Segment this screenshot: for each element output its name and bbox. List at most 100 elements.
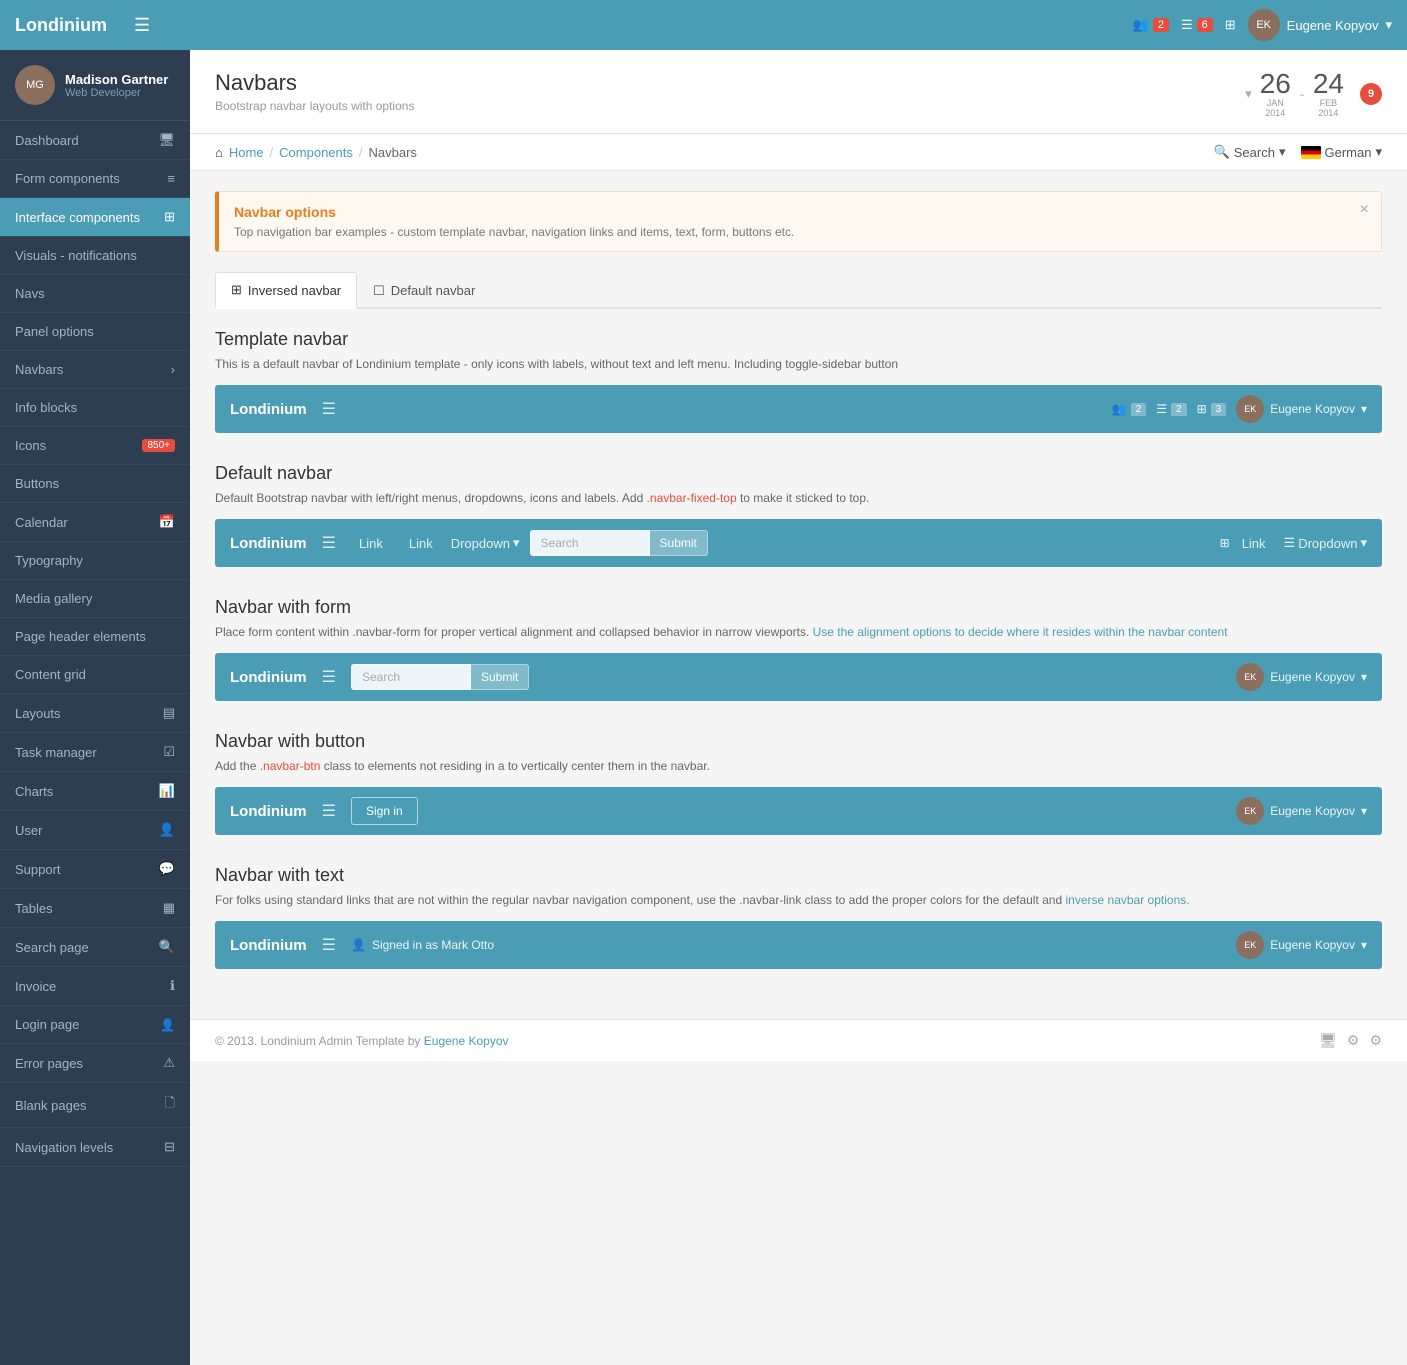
header-grid-icon[interactable]: ⊞ [1225,17,1236,33]
list-badge: 6 [1197,18,1213,32]
header-username: Eugene Kopyov [1287,18,1379,33]
sidebar-avatar: MG [15,65,55,105]
user-icon-small: 👤 [351,938,366,952]
sidebar-item-charts[interactable]: Charts 📊 [0,772,190,811]
page-footer: © 2013. Londinium Admin Template by Euge… [190,1019,1407,1061]
footer-author-link[interactable]: Eugene Kopyov [424,1034,509,1048]
tab-grid-icon: ⊞ [231,282,242,298]
sidebar-item-page-header[interactable]: Page header elements [0,618,190,656]
sidebar-item-interface-components[interactable]: Interface components ⊞ [0,198,190,237]
error-pages-label: Error pages [15,1056,83,1071]
page-badge: 9 [1360,83,1382,105]
dnb-dropdown1[interactable]: Dropdown ▾ [451,535,520,551]
sidebar-item-error-pages[interactable]: Error pages ⚠ [0,1044,190,1083]
sidebar-item-navbars[interactable]: Navbars › [0,351,190,389]
breadcrumb-sep2: / [359,145,363,160]
fnb-submit-btn[interactable]: Submit [471,664,529,690]
header-user-menu[interactable]: EK Eugene Kopyov ▾ [1248,9,1392,41]
tnb-toggle[interactable]: ☰ [322,399,336,419]
sidebar-item-visuals[interactable]: Visuals - notifications [0,237,190,275]
tnb-users[interactable]: 👥 2 [1112,402,1147,416]
search-caret: ▾ [1279,144,1286,160]
footer-text: © 2013. Londinium Admin Template by Euge… [215,1034,509,1048]
footer-gear-icon[interactable]: ⚙ [1369,1032,1382,1049]
search-button[interactable]: 🔍 Search ▾ [1214,144,1286,160]
breadcrumb-current: Navbars [369,145,417,160]
sidebar-item-dashboard[interactable]: Dashboard 🖥 [0,121,190,160]
breadcrumb-home[interactable]: Home [229,145,264,160]
tnb-grid-icon: ⊞ [1197,402,1207,416]
sidebar-item-navs[interactable]: Navs [0,275,190,313]
sidebar-item-buttons[interactable]: Buttons [0,465,190,503]
tnb-user[interactable]: EK Eugene Kopyov ▾ [1236,395,1367,423]
tnb-list[interactable]: ☰ 2 [1156,402,1186,416]
header-users-icon[interactable]: 👥 2 [1133,17,1169,33]
sidebar-item-typography[interactable]: Typography [0,542,190,580]
sidebar-item-calendar[interactable]: Calendar 📅 [0,503,190,542]
tables-icon: ▦ [163,900,175,916]
tab-inversed-label: Inversed navbar [248,283,341,298]
tab-inversed-navbar[interactable]: ⊞ Inversed navbar [215,272,357,309]
breadcrumb-bar: ⌂ Home / Components / Navbars 🔍 Search ▾… [190,134,1407,171]
users-badge: 2 [1153,18,1169,32]
breadcrumb-components[interactable]: Components [279,145,353,160]
section-default-navbar: Default navbar Default Bootstrap navbar … [215,463,1382,567]
tab-default-navbar[interactable]: ☐ Default navbar [357,272,491,309]
dnb-right-dropdown[interactable]: ☰ Dropdown ▾ [1284,535,1367,551]
sidebar-item-layouts[interactable]: Layouts ▤ [0,694,190,733]
bnb-toggle[interactable]: ☰ [322,801,336,821]
dnb-search-input[interactable] [530,530,650,556]
dnb-link2[interactable]: Link [401,536,441,551]
sidebar-item-support[interactable]: Support 💬 [0,850,190,889]
sidebar-item-login-page[interactable]: Login page 👤 [0,1006,190,1044]
footer-settings-icon[interactable]: ⚙ [1347,1032,1360,1049]
sidebar-item-icons[interactable]: Icons 850+ [0,427,190,465]
fnb-user[interactable]: EK Eugene Kopyov ▾ [1236,663,1367,691]
header-list-icon[interactable]: ☰ 6 [1181,17,1213,33]
fnb-username: Eugene Kopyov [1270,670,1355,684]
alert-close-icon[interactable]: × [1360,202,1369,218]
dnb-submit-btn[interactable]: Submit [650,530,708,556]
sidebar-item-form-components[interactable]: Form components ≡ [0,160,190,198]
tnb-list-icon: ☰ [1156,402,1167,416]
calendar-icon: 📅 [159,514,175,530]
navbars-label: Navbars [15,362,63,377]
sidebar-item-blank-pages[interactable]: Blank pages 🗋 [0,1083,190,1128]
footer-monitor-icon[interactable]: 🖥 [1319,1032,1337,1049]
sidebar-item-tables[interactable]: Tables ▦ [0,889,190,928]
sidebar-item-invoice[interactable]: Invoice ℹ [0,967,190,1006]
visuals-label: Visuals - notifications [15,248,137,263]
bnb-signin-btn[interactable]: Sign in [351,797,418,825]
xtb-user[interactable]: EK Eugene Kopyov ▾ [1236,931,1367,959]
default-navbar-title: Default navbar [215,463,1382,484]
sidebar-item-user[interactable]: User 👤 [0,811,190,850]
nav-toggle-icon[interactable]: ☰ [134,15,150,36]
sidebar-username: Madison Gartner [65,72,168,87]
sidebar-item-search-page[interactable]: Search page 🔍 [0,928,190,967]
xtb-toggle[interactable]: ☰ [322,935,336,955]
dnb-toggle[interactable]: ☰ [322,533,336,553]
sidebar-item-media-gallery[interactable]: Media gallery [0,580,190,618]
header-right-icons: 👥 2 ☰ 6 ⊞ EK Eugene Kopyov ▾ [1133,9,1392,41]
dnb-grid-icon[interactable]: ⊞ Link [1220,536,1274,551]
template-navbar-desc: This is a default navbar of Londinium te… [215,355,1382,373]
nav-levels-label: Navigation levels [15,1140,113,1155]
language-button[interactable]: German ▾ [1301,144,1383,160]
sidebar-item-task-manager[interactable]: Task manager ☑ [0,733,190,772]
fnb-avatar: EK [1236,663,1264,691]
sidebar-item-panel-options[interactable]: Panel options [0,313,190,351]
fnb-search-input[interactable] [351,664,471,690]
section-navbar-button: Navbar with button Add the .navbar-btn c… [215,731,1382,835]
layouts-label: Layouts [15,706,61,721]
task-icon: ☑ [163,744,175,760]
date-to: 24 FEB2014 [1313,70,1344,118]
tnb-grid[interactable]: ⊞ 3 [1197,402,1227,416]
page-header-label: Page header elements [15,629,146,644]
bnb-user[interactable]: EK Eugene Kopyov ▾ [1236,797,1367,825]
sidebar-item-navigation-levels[interactable]: Navigation levels ⊟ [0,1128,190,1167]
fnb-toggle[interactable]: ☰ [322,667,336,687]
sidebar-item-info-blocks[interactable]: Info blocks [0,389,190,427]
sidebar-item-content-grid[interactable]: Content grid [0,656,190,694]
breadcrumb-actions: 🔍 Search ▾ German ▾ [1214,144,1382,160]
dnb-link1[interactable]: Link [351,536,391,551]
